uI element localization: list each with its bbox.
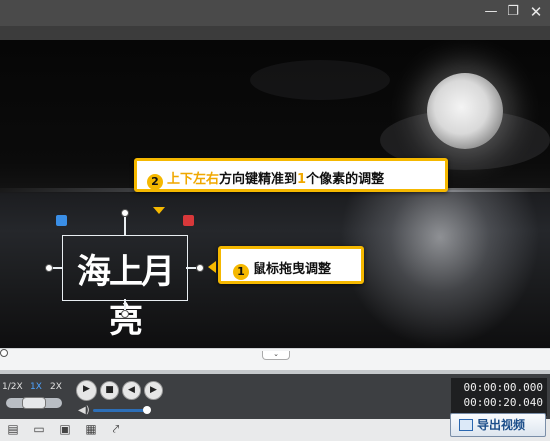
volume-slider[interactable]: [93, 406, 151, 414]
cloud: [250, 60, 390, 100]
resize-handle-left[interactable]: [45, 264, 53, 272]
video-preview[interactable]: 2 上下左右方向键精准到1个像素的调整 1 鼠标拖曳调整 海上月亮: [0, 40, 550, 348]
open-folder-icon[interactable]: ▭: [32, 422, 46, 436]
export-video-button[interactable]: 导出视频: [450, 413, 546, 437]
speed-double[interactable]: 2X: [50, 382, 62, 392]
edit-properties-icon[interactable]: [56, 215, 67, 226]
rotate-handle[interactable]: [121, 209, 129, 217]
window-titlebar: — ❐ ✕: [0, 0, 550, 26]
pixel-count: 1: [297, 172, 307, 187]
save-as-icon[interactable]: ▦: [84, 422, 98, 436]
speed-normal[interactable]: 1X: [30, 382, 42, 392]
delete-icon[interactable]: [183, 215, 194, 226]
close-icon[interactable]: ✕: [526, 3, 546, 21]
step-number-badge: 2: [147, 174, 163, 190]
restore-icon[interactable]: ❐: [503, 3, 523, 21]
resize-handle-line: [186, 267, 196, 269]
volume-icon[interactable]: ◀): [78, 405, 90, 416]
hint-text: 鼠标拖曳调整: [253, 262, 332, 277]
play-button[interactable]: ▶: [76, 380, 97, 401]
hint-text-end: 个像素的调整: [306, 172, 385, 187]
save-icon[interactable]: ▣: [58, 422, 72, 436]
speed-slider[interactable]: [6, 397, 62, 409]
next-frame-button[interactable]: ▶: [144, 381, 163, 400]
minimize-icon[interactable]: —: [481, 3, 501, 21]
speed-half[interactable]: 1/2X: [2, 382, 23, 392]
text-element[interactable]: 海上月亮: [63, 244, 187, 342]
stop-button[interactable]: ■: [100, 381, 119, 400]
new-project-icon[interactable]: ▤: [6, 422, 20, 436]
collapse-chevron-icon[interactable]: ⌄: [262, 351, 290, 360]
callout-pointer-down: [153, 207, 165, 214]
total-time: 00:00:20.040: [463, 396, 543, 409]
hint-text: 方向键精准到: [219, 172, 298, 187]
previous-frame-button[interactable]: ◀: [122, 381, 141, 400]
export-label: 导出视频: [477, 418, 526, 432]
text-element-frame[interactable]: 海上月亮: [62, 235, 188, 341]
step-number-badge: 1: [233, 264, 249, 280]
time-display: 00:00:00.000 00:00:20.040: [451, 378, 547, 416]
callout-pointer-left: [208, 261, 216, 273]
export-icon: [459, 419, 473, 431]
resize-handle-bottom[interactable]: [121, 310, 129, 318]
share-icon[interactable]: ⤤: [109, 422, 123, 436]
keyboard-hint-callout: 2 上下左右方向键精准到1个像素的调整: [134, 158, 448, 192]
rotate-handle-line: [124, 217, 126, 235]
speed-slider-thumb[interactable]: [22, 397, 46, 409]
mouse-hint-callout: 1 鼠标拖曳调整: [218, 246, 364, 284]
resize-handle-right[interactable]: [196, 264, 204, 272]
arrow-keys-text: 上下左右: [167, 172, 220, 187]
canvas-gutter: [0, 26, 550, 40]
resize-handle-line: [52, 267, 62, 269]
current-time: 00:00:00.000: [463, 381, 543, 394]
timeline-ruler[interactable]: ⌄: [0, 348, 550, 371]
moon: [427, 73, 503, 149]
volume-thumb[interactable]: [143, 406, 151, 414]
moon-reflection: [340, 190, 540, 348]
timeline-start-marker[interactable]: [0, 349, 8, 357]
